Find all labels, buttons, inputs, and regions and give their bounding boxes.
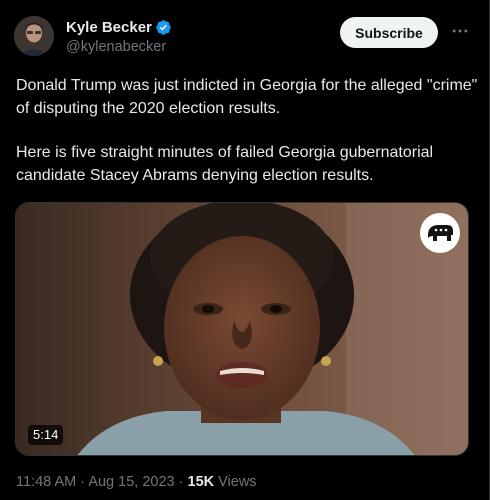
tweet-paragraph: Here is five straight minutes of failed … <box>16 144 434 184</box>
meta-separator: · <box>80 474 86 490</box>
author-name-row: Kyle Becker <box>66 18 172 36</box>
tweet-meta: 11:48 AM · Aug 15, 2023 · 15K Views <box>16 474 257 490</box>
views-label: Views <box>218 474 257 490</box>
tweet-paragraph: Donald Trump was just indicted in Georgi… <box>16 77 478 117</box>
author-handle[interactable]: @kylenabecker <box>66 39 166 55</box>
subscribe-button[interactable]: Subscribe <box>340 17 438 48</box>
gop-badge <box>420 213 460 253</box>
video-thumbnail <box>16 203 468 455</box>
verified-badge-icon <box>156 19 171 35</box>
video-duration: 5:14 <box>28 425 64 445</box>
tweet-date[interactable]: Aug 15, 2023 <box>88 474 174 490</box>
more-horizontal-icon <box>452 29 468 33</box>
tweet-text: Donald Trump was just indicted in Georgi… <box>16 75 478 187</box>
tweet-time[interactable]: 11:48 AM <box>16 474 76 490</box>
author-display-name[interactable]: Kyle Becker <box>66 19 152 36</box>
tweet-card: Kyle Becker @kylenabecker Subscribe Dona… <box>0 0 490 500</box>
gop-elephant-icon <box>428 225 453 241</box>
avatar-photo-icon <box>14 16 54 56</box>
video-player[interactable]: 5:14 <box>15 202 469 456</box>
meta-separator: · <box>178 474 184 490</box>
more-options-button[interactable] <box>449 20 471 42</box>
avatar[interactable] <box>14 16 54 56</box>
views-count[interactable]: 15K <box>188 474 215 490</box>
